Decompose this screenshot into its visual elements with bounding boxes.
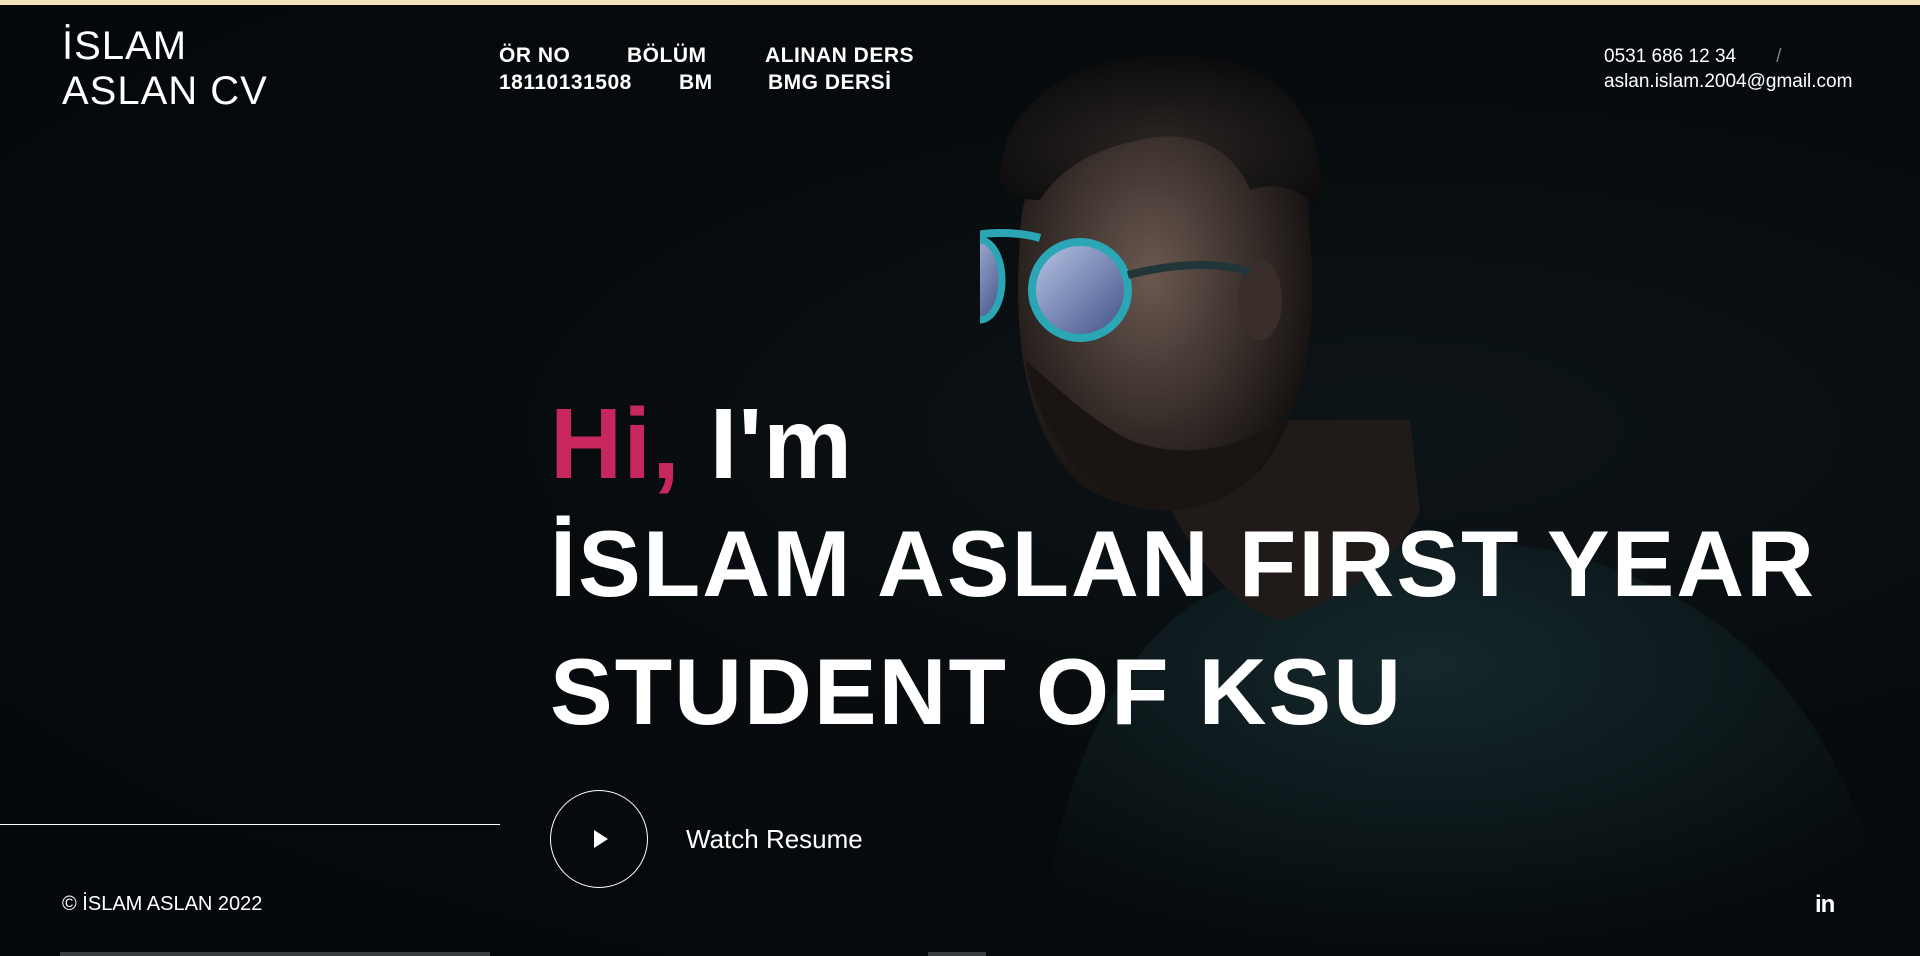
nav-header-course[interactable]: ALINAN DERS (765, 43, 965, 68)
greeting-accent: Hi, (550, 388, 681, 500)
brand-title[interactable]: İSLAM ASLAN CV (62, 24, 268, 114)
linkedin-icon[interactable]: in (1815, 891, 1835, 919)
left-divider-line (0, 824, 500, 825)
hero-greeting: Hi, I'm (550, 388, 1816, 500)
watch-resume-label[interactable]: Watch Resume (686, 824, 863, 855)
play-button[interactable] (550, 790, 648, 888)
contact-info: 0531 686 12 34 / aslan.islam.2004@gmail.… (1604, 44, 1852, 94)
info-nav: ÖR NO BÖLÜM ALINAN DERS 18110131508 BM B… (499, 43, 965, 95)
copyright-text: © İSLAM ASLAN 2022 (62, 893, 263, 915)
scroll-indicator-left (60, 952, 490, 956)
nav-header-department[interactable]: BÖLÜM (627, 43, 765, 68)
nav-header-student-no[interactable]: ÖR NO (499, 43, 627, 68)
hero-name-line-1: İSLAM ASLAN FIRST YEAR (550, 511, 1817, 616)
brand-line-1: İSLAM (62, 24, 188, 68)
phone-number[interactable]: 0531 686 12 34 (1604, 44, 1736, 69)
email-address[interactable]: aslan.islam.2004@gmail.com (1604, 69, 1852, 94)
play-icon (594, 830, 608, 848)
hero-heading: Hi, I'm İSLAM ASLAN FIRST YEAR STUDENT O… (550, 388, 1816, 756)
greeting-rest: I'm (680, 388, 854, 500)
nav-value-department: BM (679, 71, 713, 94)
page: İSLAM ASLAN CV ÖR NO BÖLÜM ALINAN DERS 1… (0, 0, 1920, 956)
nav-value-course: BMG DERSİ (768, 71, 892, 94)
scroll-indicator-mid (928, 952, 986, 956)
hero-name-line-2: STUDENT OF KSU (550, 639, 1404, 744)
watch-resume[interactable]: Watch Resume (550, 790, 863, 888)
top-accent-strip (0, 0, 1920, 5)
brand-line-2: ASLAN CV (62, 69, 268, 113)
nav-value-student-no: 18110131508 (499, 71, 632, 94)
contact-separator: / (1776, 46, 1782, 67)
